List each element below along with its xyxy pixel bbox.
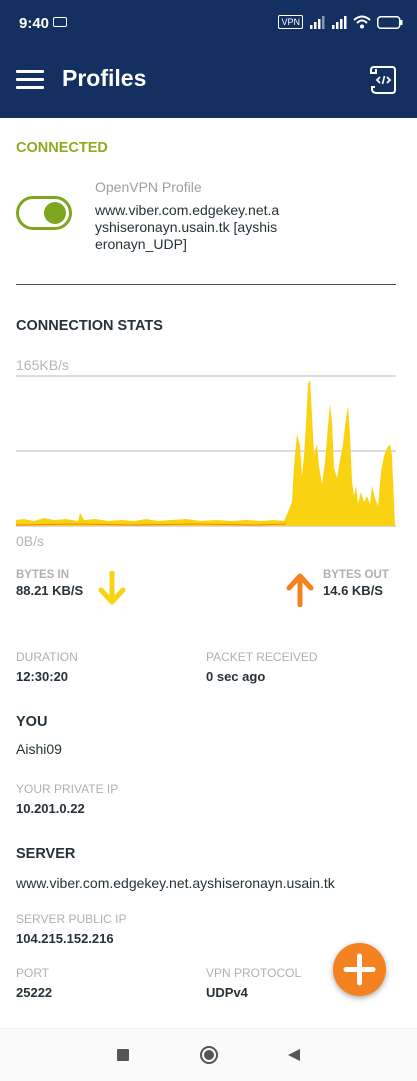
packet-value: 0 sec ago (206, 669, 266, 684)
traffic-graph (16, 375, 396, 527)
port-block: PORT 25222 (16, 966, 52, 1000)
public-ip-block: SERVER PUBLIC IP 104.215.152.216 (16, 912, 126, 946)
duration-value: 12:30:20 (16, 669, 69, 684)
protocol-block: VPN PROTOCOL UDPv4 (206, 966, 301, 1000)
graph-min-label: 0B/s (16, 533, 45, 549)
protocol-label: VPN PROTOCOL (206, 966, 302, 980)
arrow-up-icon (286, 573, 314, 607)
arrow-down-icon (98, 571, 126, 605)
battery-icon (377, 15, 403, 29)
bytes-in-block: BYTES IN 88.21 KB/S (16, 569, 83, 598)
connection-stats-heading: CONNECTION STATS (16, 318, 163, 334)
you-heading: YOU (16, 714, 48, 730)
square-icon[interactable] (117, 1049, 129, 1061)
connection-status: CONNECTED (16, 140, 108, 156)
server-host: www.viber.com.edgekey.net.ayshiseronayn.… (16, 875, 335, 891)
bytes-out-block: BYTES OUT 14.6 KB/S (323, 569, 389, 598)
public-ip-value: 104.215.152.216 (16, 931, 114, 946)
page-title: Profiles (62, 65, 147, 91)
profile-caption: OpenVPN Profile (95, 179, 202, 195)
bytes-in-value: 88.21 KB/S (16, 583, 84, 598)
bytes-out-label: BYTES OUT (323, 569, 389, 581)
private-ip-label: YOUR PRIVATE IP (16, 782, 119, 796)
server-heading: SERVER (16, 846, 76, 862)
document-code-icon[interactable] (368, 64, 398, 96)
signal-icon (310, 16, 325, 29)
status-time: 9:40 (19, 15, 50, 32)
menu-icon[interactable] (16, 70, 44, 90)
port-value: 25222 (16, 985, 53, 1000)
protocol-value: UDPv4 (206, 985, 248, 1000)
toggle-knob (44, 202, 66, 224)
connection-toggle[interactable] (16, 196, 72, 230)
duration-label: DURATION (16, 650, 78, 664)
packet-block: PACKET RECEIVED 0 sec ago (206, 650, 318, 684)
bytes-in-area (16, 380, 395, 526)
port-label: PORT (16, 966, 50, 980)
circle-icon[interactable] (199, 1045, 219, 1065)
back-triangle-icon[interactable] (287, 1048, 301, 1062)
vpn-badge: VPN (278, 15, 303, 29)
public-ip-label: SERVER PUBLIC IP (16, 912, 127, 926)
signal-icon-2 (332, 16, 347, 29)
private-ip-value: 10.201.0.22 (16, 801, 85, 816)
packet-label: PACKET RECEIVED (206, 650, 318, 664)
plus-icon (343, 953, 376, 986)
duration-block: DURATION 12:30:20 (16, 650, 78, 684)
bytes-out-value: 14.6 KB/S (323, 583, 383, 598)
private-ip-block: YOUR PRIVATE IP 10.201.0.22 (16, 782, 118, 816)
graph-max-label: 165KB/s (16, 357, 69, 373)
username: Aishi09 (16, 741, 62, 757)
keyboard-icon (53, 17, 67, 27)
status-bar: 9:40 VPN (0, 0, 417, 46)
app-toolbar: Profiles (0, 46, 417, 118)
divider (16, 284, 396, 285)
profile-name[interactable]: www.viber.com.edgekey.net.ayshiseronayn.… (95, 202, 280, 253)
wifi-icon (353, 15, 371, 29)
system-nav-bar (0, 1028, 417, 1081)
bytes-in-label: BYTES IN (16, 569, 70, 581)
add-profile-button[interactable] (333, 943, 386, 996)
